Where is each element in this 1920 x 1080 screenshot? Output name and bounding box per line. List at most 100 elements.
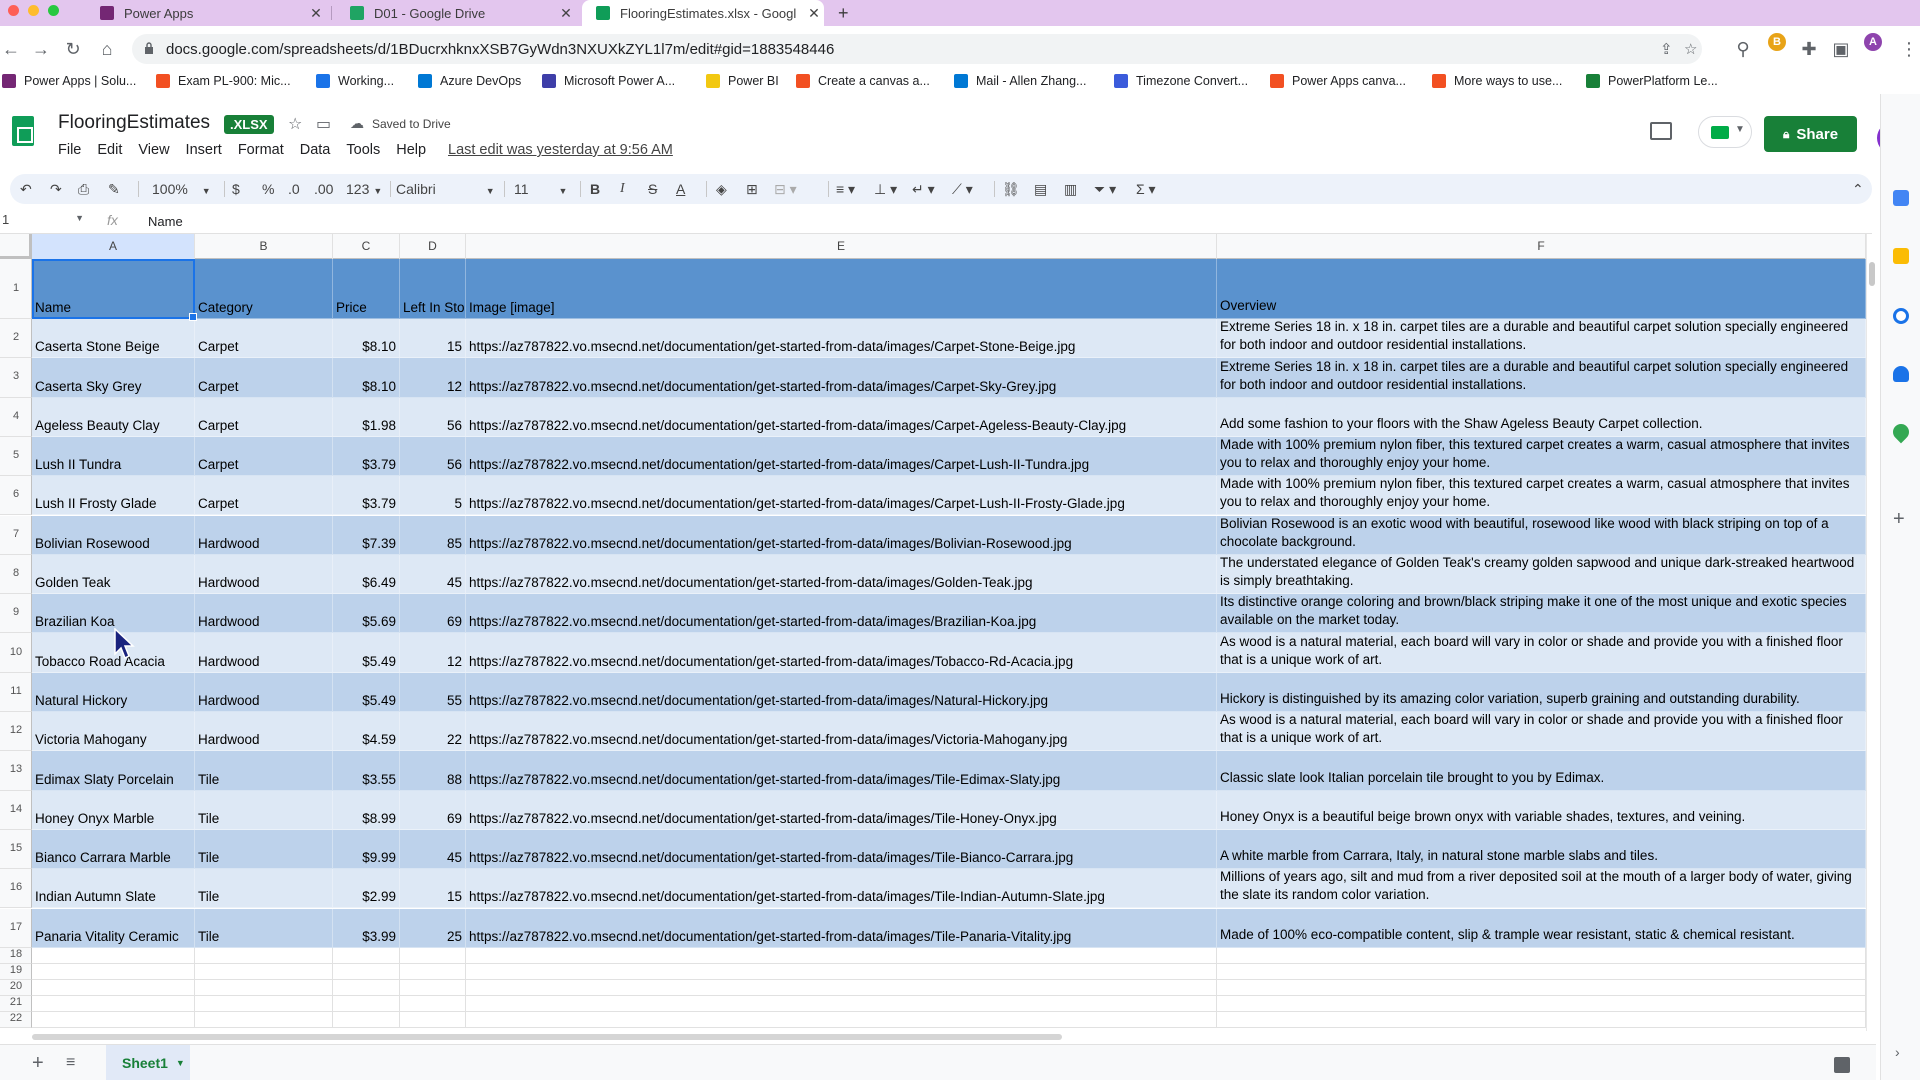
cell-left-in-stock[interactable]: 88 [400,751,466,791]
cell-category[interactable]: Category [195,259,333,319]
cell-left-in-stock[interactable]: 12 [400,633,466,673]
bookmark-item[interactable]: Mail - Allen Zhang... [954,74,1086,88]
cell-category[interactable]: Tile [195,869,333,909]
undo-icon[interactable]: ↶ [20,179,32,199]
horizontal-align-icon[interactable]: ≡ ▾ [836,179,855,199]
cell-price[interactable] [333,963,400,980]
maximize-window-button[interactable] [48,5,59,16]
decrease-decimal-button[interactable]: .0 [288,179,300,199]
name-box[interactable]: 1 ▼ [0,212,88,232]
cell-price[interactable] [333,995,400,1012]
cell-name[interactable] [32,1011,195,1028]
cell-image-url[interactable]: https://az787822.vo.msecnd.net/documenta… [466,633,1217,673]
menu-view[interactable]: View [138,142,169,158]
row-header[interactable]: 16 [0,869,32,909]
column-header-b[interactable]: B [195,234,333,259]
increase-decimal-button[interactable]: .00 [314,179,333,199]
cell-image-url[interactable] [466,963,1217,980]
cell-overview[interactable]: Made with 100% premium nylon fiber, this… [1217,476,1866,516]
menu-file[interactable]: File [58,142,81,158]
cell-left-in-stock[interactable] [400,1011,466,1028]
bookmark-item[interactable]: Timezone Convert... [1114,74,1248,88]
cell-price[interactable]: $8.10 [333,319,400,359]
collapse-side-panel-icon[interactable]: › [1895,1044,1900,1060]
cell-name[interactable]: Lush II Tundra [32,436,195,477]
cell-image-url[interactable]: https://az787822.vo.msecnd.net/documenta… [466,869,1217,909]
cell-price[interactable]: $3.99 [333,908,400,948]
text-wrap-icon[interactable]: ↵ ▾ [912,179,935,199]
select-all-corner[interactable] [0,234,32,259]
row-header[interactable]: 4 [0,397,32,437]
strikethrough-button[interactable]: S [648,179,657,199]
vertical-scrollbar[interactable] [1866,234,1876,1031]
cell-overview[interactable]: Millions of years ago, silt and mud from… [1217,869,1866,909]
cell-name[interactable]: Indian Autumn Slate [32,869,195,909]
column-header-c[interactable]: C [333,234,400,259]
cell-name[interactable]: Caserta Sky Grey [32,358,195,398]
browser-tab-google-drive[interactable]: D01 - Google Drive ✕ [336,0,576,26]
cell-category[interactable]: Tile [195,829,333,870]
row-header[interactable]: 5 [0,436,32,477]
address-bar[interactable]: docs.google.com/spreadsheets/d/1BDucrxhk… [132,34,1702,64]
vertical-align-icon[interactable]: ⊥ ▾ [874,179,897,199]
contacts-icon[interactable] [1893,366,1909,382]
cell-image-url[interactable]: https://az787822.vo.msecnd.net/documenta… [466,319,1217,359]
cell-name[interactable]: Bolivian Rosewood [32,515,195,555]
cell-image-url[interactable]: https://az787822.vo.msecnd.net/documenta… [466,672,1217,712]
row-header[interactable]: 6 [0,476,32,516]
currency-format-button[interactable]: $ [232,179,240,199]
merge-cells-icon[interactable]: ⊟ ▾ [774,179,797,199]
italic-button[interactable]: I [620,179,625,199]
bookmark-item[interactable]: More ways to use... [1432,74,1562,88]
cell-overview[interactable]: Add some fashion to your floors with the… [1217,397,1866,437]
cell-left-in-stock[interactable]: 55 [400,672,466,712]
menu-data[interactable]: Data [300,142,331,158]
calendar-icon[interactable] [1893,190,1909,206]
home-icon[interactable]: ⌂ [96,38,118,60]
cell-left-in-stock[interactable]: Left In Sto [400,259,466,319]
cell-name[interactable] [32,947,195,964]
cell-left-in-stock[interactable] [400,947,466,964]
bookmark-item[interactable]: Working... [316,74,394,88]
cell-image-url[interactable]: https://az787822.vo.msecnd.net/documenta… [466,908,1217,948]
cell-name[interactable]: Bianco Carrara Marble [32,829,195,870]
cell-category[interactable]: Tile [195,751,333,791]
minimize-window-button[interactable] [28,5,39,16]
cell-left-in-stock[interactable]: 5 [400,476,466,516]
cell-category[interactable]: Hardwood [195,712,333,752]
cell-price[interactable]: $8.99 [333,790,400,830]
cell-overview[interactable] [1217,963,1866,980]
extensions-puzzle-icon[interactable]: ✚ [1798,38,1820,60]
row-header[interactable]: 22 [0,1011,32,1028]
cell-price[interactable]: $2.99 [333,869,400,909]
bookmark-item[interactable]: Power BI [706,74,779,88]
cell-price[interactable]: $5.49 [333,633,400,673]
bookmark-item[interactable]: Power Apps canva... [1270,74,1406,88]
row-header[interactable]: 13 [0,751,32,791]
add-sheet-button[interactable]: + [32,1053,44,1073]
browser-tab-power-apps[interactable]: Power Apps ✕ [86,0,326,26]
column-header-f[interactable]: F [1217,234,1866,259]
insert-comment-icon[interactable]: ▤ [1034,179,1047,199]
browser-tab-flooring-estimates[interactable]: FlooringEstimates.xlsx - Googl ✕ [582,0,824,26]
bookmark-item[interactable]: Power Apps | Solu... [2,74,136,88]
cell-left-in-stock[interactable] [400,963,466,980]
cell-name[interactable] [32,995,195,1012]
cell-category[interactable]: Hardwood [195,554,333,595]
new-tab-button[interactable]: + [832,0,862,26]
cell-left-in-stock[interactable]: 45 [400,829,466,870]
fill-color-icon[interactable]: ◈ [716,179,727,199]
cell-image-url[interactable]: https://az787822.vo.msecnd.net/documenta… [466,358,1217,398]
borders-icon[interactable]: ⊞ [746,179,758,199]
cell-price[interactable]: $7.39 [333,515,400,555]
row-header[interactable]: 21 [0,995,32,1012]
cell-category[interactable]: Tile [195,790,333,830]
row-header[interactable]: 2 [0,319,32,359]
cell-left-in-stock[interactable]: 56 [400,397,466,437]
column-header-e[interactable]: E [466,234,1217,259]
cell-image-url[interactable] [466,979,1217,996]
cell-overview[interactable]: Made of 100% eco-compatible content, sli… [1217,908,1866,948]
row-header[interactable]: 15 [0,829,32,870]
cell-name[interactable]: Victoria Mahogany [32,712,195,752]
cell-category[interactable]: Carpet [195,319,333,359]
